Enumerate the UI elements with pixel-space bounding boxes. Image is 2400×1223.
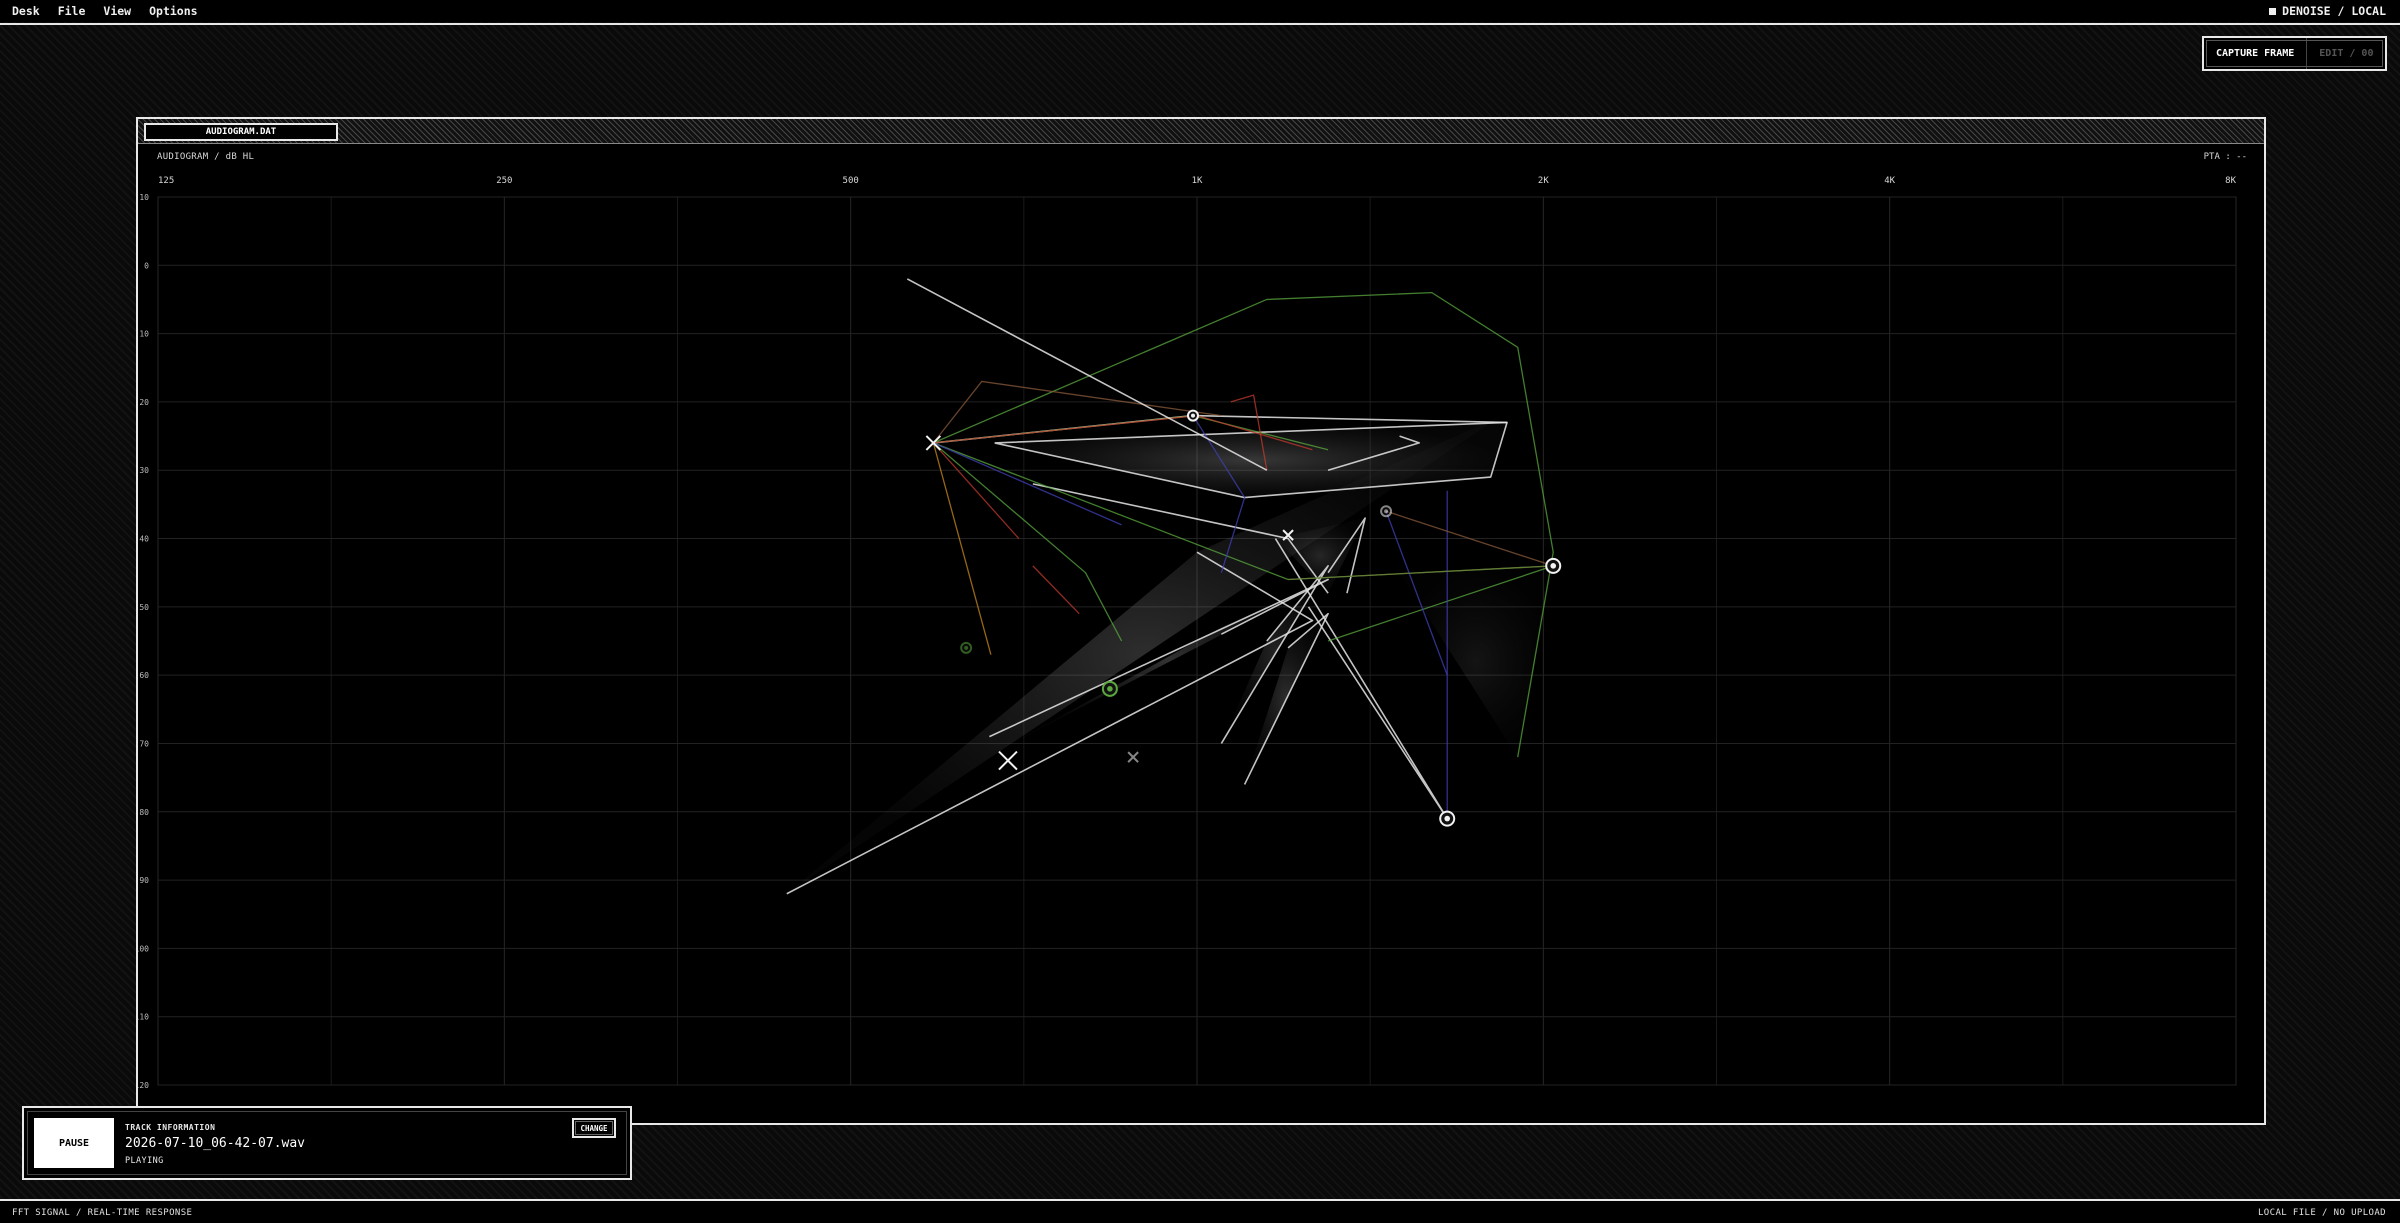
y-tick-label: 110 [138, 1013, 149, 1022]
track-info-panel: PAUSE TRACK INFORMATION 2026-07-10_06-42… [22, 1106, 632, 1180]
capture-frame-button[interactable]: CAPTURE FRAME [2204, 38, 2307, 69]
x-tick-label: 8K [2225, 176, 2236, 186]
o-marker [1545, 557, 1562, 574]
track-filename: 2026-07-10_06-42-07.wav [125, 1136, 306, 1151]
y-tick-label: 40 [139, 535, 149, 544]
y-tick-label: 120 [138, 1081, 149, 1090]
o-marker [1101, 680, 1118, 697]
x-tick-label: 500 [843, 176, 859, 186]
menu-desk[interactable]: Desk [6, 4, 46, 18]
y-tick-label: -10 [138, 193, 149, 202]
x-tick-label: 2K [1538, 176, 1549, 186]
y-tick-label: 80 [139, 808, 149, 817]
change-button[interactable]: CHANGE [572, 1118, 616, 1138]
x-marker [1127, 751, 1139, 763]
square-icon [2269, 7, 2277, 15]
footer: FFT SIGNAL / REAL-TIME RESPONSE LOCAL FI… [0, 1201, 2400, 1223]
audiogram-chart[interactable]: 125 250 500 1K 2K 4K 8K -10 0 10 20 30 40 50 60 70 80 90 1… [138, 119, 2264, 1123]
y-tick-label: 50 [139, 603, 149, 612]
x-marker [998, 750, 1018, 771]
trace-line [1243, 612, 1329, 785]
footer-file-label: LOCAL FILE / NO UPLOAD [2257, 1208, 2386, 1218]
capture-controls: CAPTURE FRAME EDIT / 00 [2202, 36, 2388, 71]
menu-options[interactable]: Options [143, 4, 203, 18]
y-tick-label: 90 [139, 876, 149, 885]
o-marker [960, 641, 973, 654]
x-tick-label: 1K [1192, 176, 1203, 186]
trace-line [932, 442, 1123, 642]
track-status: PLAYING [125, 1156, 164, 1166]
pause-button[interactable]: PAUSE [34, 1118, 114, 1168]
o-marker [1439, 810, 1456, 827]
x-tick-label: 250 [496, 176, 512, 186]
trace-line [933, 291, 1554, 758]
o-marker [1380, 505, 1393, 518]
audiogram-panel: AUDIOGRAM.DAT AUDIOGRAM / dB HL PTA : --… [136, 117, 2266, 1125]
shape-fill [1399, 565, 1554, 758]
track-heading: TRACK INFORMATION [125, 1123, 216, 1132]
mode-status: DENOISE / LOCAL [2269, 4, 2386, 18]
menu-divider [0, 23, 2400, 25]
trace-line [932, 380, 1222, 444]
mode-status-label: DENOISE / LOCAL [2282, 4, 2386, 18]
y-tick-label: 60 [139, 671, 149, 680]
menu-bar: Desk File View Options DENOISE / LOCAL [0, 0, 2400, 22]
y-tick-label: 70 [139, 739, 149, 748]
x-tick-label: 125 [158, 176, 174, 186]
footer-signal-label: FFT SIGNAL / REAL-TIME RESPONSE [12, 1208, 193, 1218]
y-tick-label: 30 [139, 466, 149, 475]
x-tick-label: 4K [1884, 176, 1895, 186]
y-tick-label: 20 [139, 398, 149, 407]
y-tick-label: 0 [144, 261, 149, 270]
menu-view[interactable]: View [97, 4, 137, 18]
menu-file[interactable]: File [52, 4, 92, 18]
shape-fill [786, 415, 1502, 894]
edit-button[interactable]: EDIT / 00 [2306, 38, 2386, 69]
y-tick-label: 100 [138, 944, 149, 953]
y-tick-label: 10 [139, 330, 149, 339]
o-marker [1186, 409, 1199, 422]
